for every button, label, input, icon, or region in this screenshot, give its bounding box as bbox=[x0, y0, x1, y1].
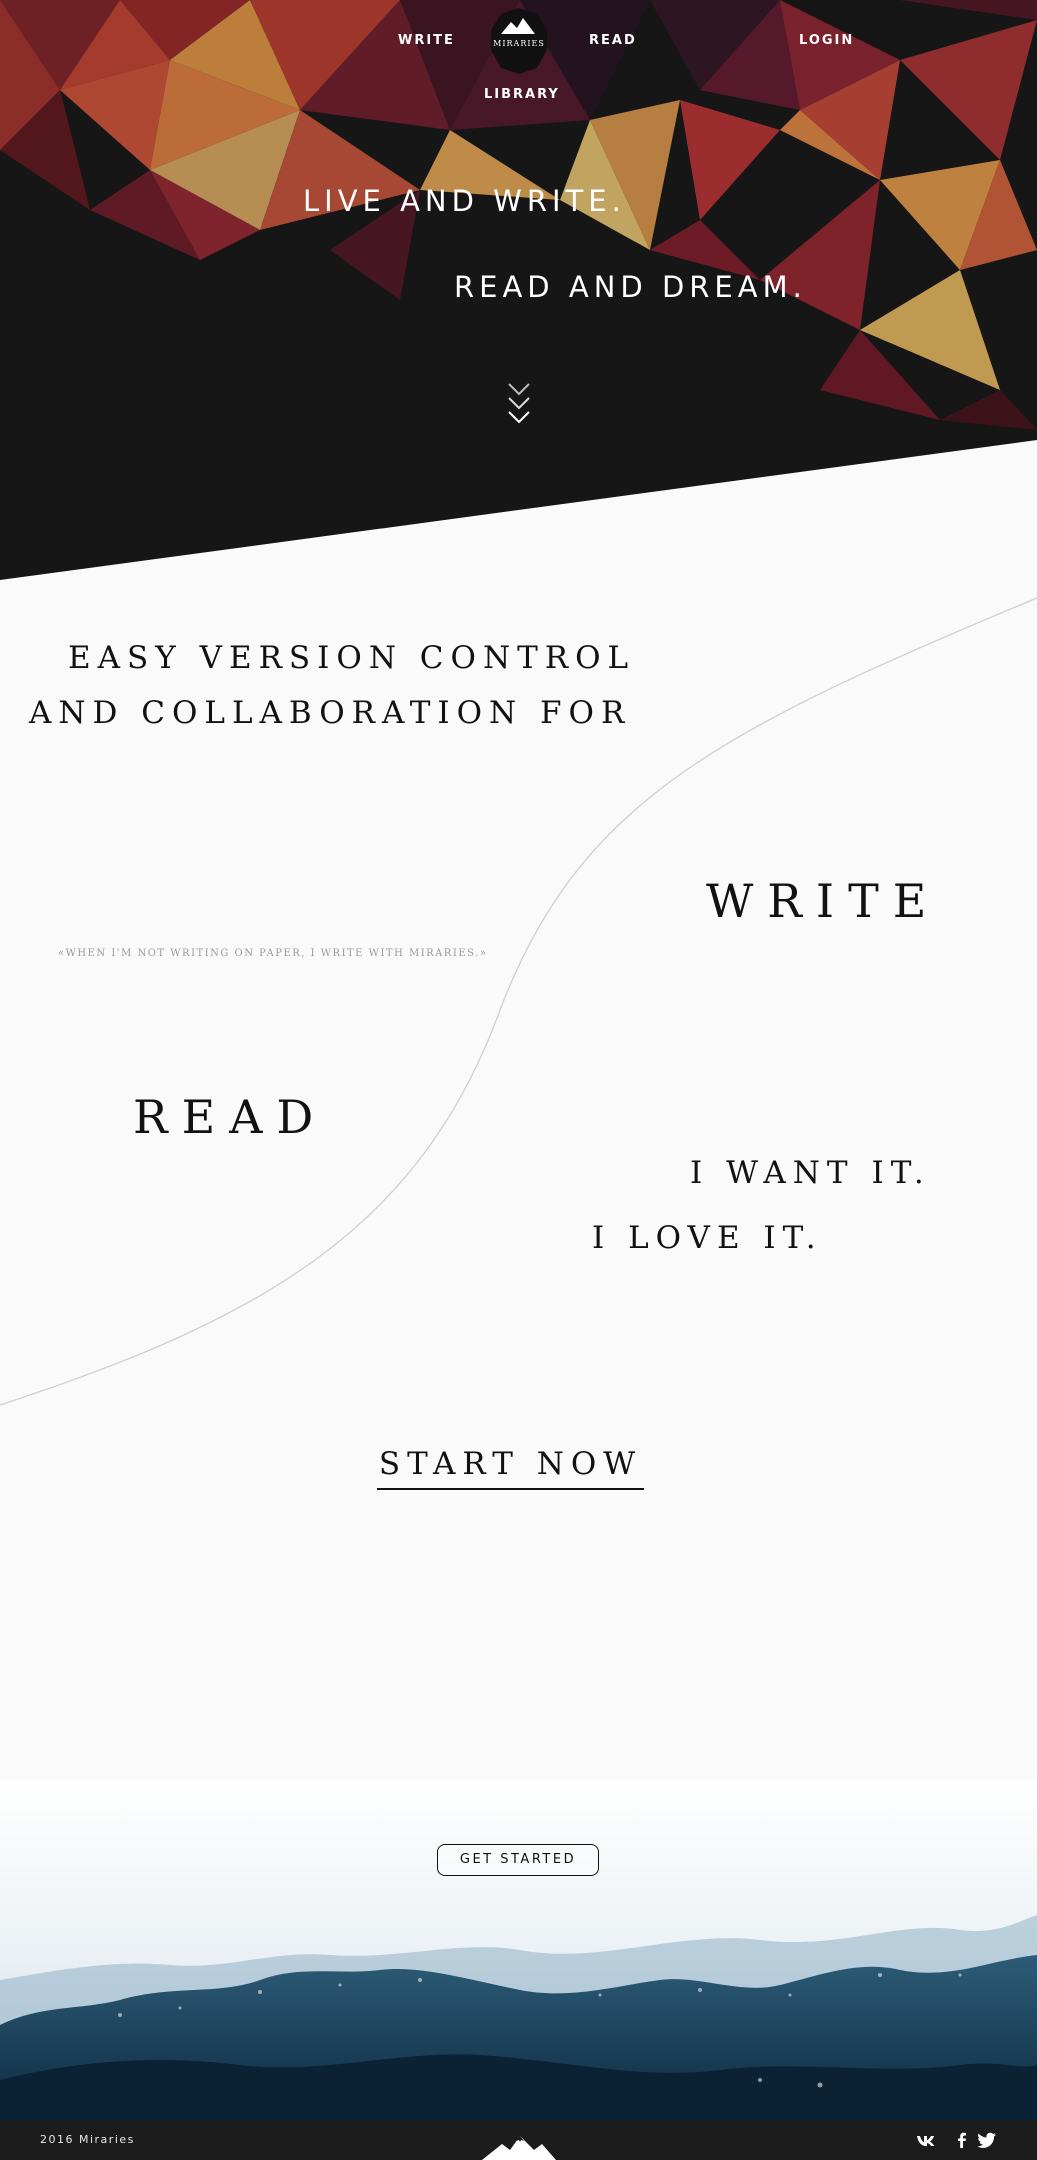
copyright-text: 2016 Miraries bbox=[40, 2133, 135, 2146]
footer-mountain-logo-icon[interactable] bbox=[480, 2130, 558, 2160]
write-word: WRITE bbox=[706, 874, 941, 928]
nav-read-link[interactable]: READ bbox=[589, 33, 637, 48]
features-heading-line2: AND COLLABORATION FOR bbox=[29, 695, 632, 731]
nav-write-link[interactable]: WRITE bbox=[398, 33, 455, 48]
hero-tagline-line1: LIVE AND WRITE. bbox=[303, 184, 626, 218]
features-heading-line1: EASY VERSION CONTROL bbox=[68, 640, 636, 676]
read-word: READ bbox=[133, 1090, 328, 1144]
testimonial-quote: «WHEN I'M NOT WRITING ON PAPER, I WRITE … bbox=[58, 948, 488, 959]
logo-text: MIRARIES bbox=[493, 39, 545, 48]
scroll-down-icon[interactable] bbox=[503, 380, 535, 426]
start-now-button[interactable]: START NOW bbox=[377, 1446, 644, 1490]
hero-section: WRITE MIRARIES READ LIBRARY LOGIN LIVE A… bbox=[0, 0, 1037, 580]
logo[interactable]: MIRARIES bbox=[487, 6, 551, 76]
hero-tagline-line2: READ AND DREAM. bbox=[454, 270, 807, 304]
vk-icon[interactable] bbox=[916, 2131, 936, 2149]
want-it-text: I WANT IT. bbox=[690, 1155, 931, 1191]
nav-login-link[interactable]: LOGIN bbox=[799, 33, 854, 48]
facebook-icon[interactable] bbox=[952, 2131, 972, 2149]
nav-library-link[interactable]: LIBRARY bbox=[484, 87, 560, 102]
footer-bar: 2016 Miraries bbox=[0, 2120, 1037, 2160]
get-started-button[interactable]: GET STARTED bbox=[437, 1844, 599, 1876]
mountain-image bbox=[0, 1780, 1037, 2120]
love-it-text: I LOVE IT. bbox=[592, 1220, 823, 1256]
twitter-icon[interactable] bbox=[977, 2131, 997, 2149]
